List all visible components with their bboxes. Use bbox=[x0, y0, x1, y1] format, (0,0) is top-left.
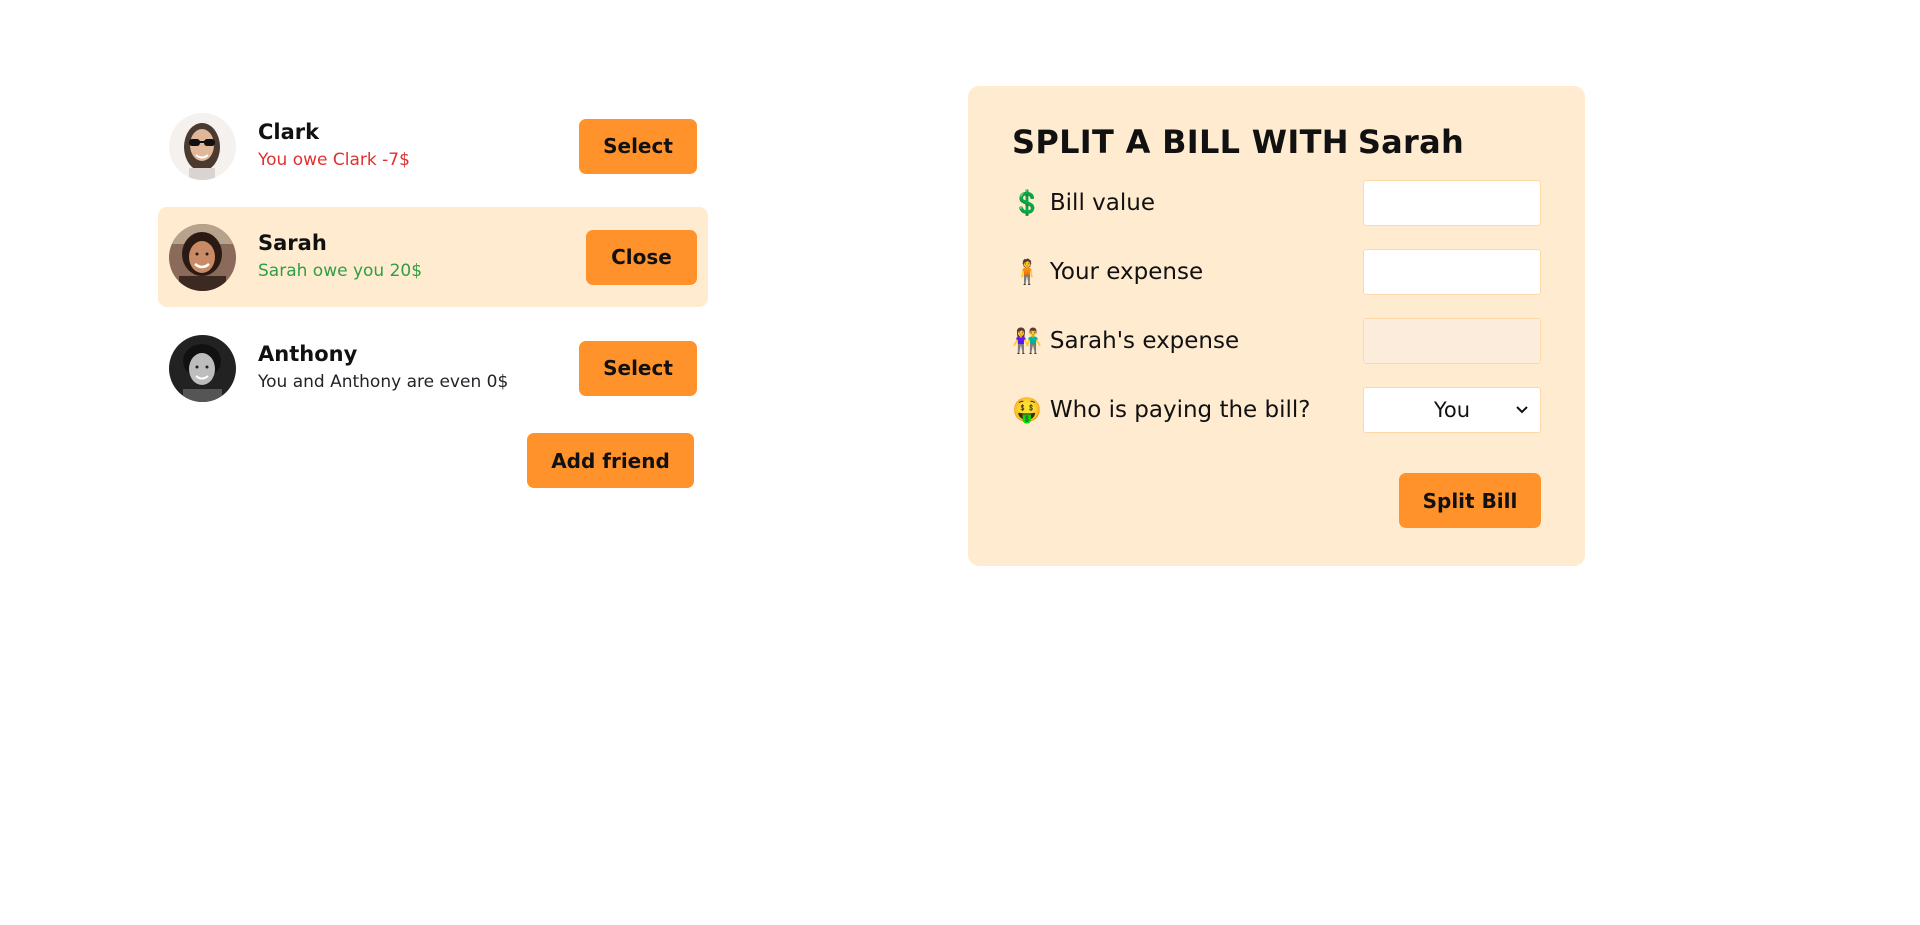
split-bill-form: SPLIT A BILL WITH Sarah 💲 Bill value 🧍 Yo… bbox=[968, 86, 1585, 566]
payer-select[interactable]: You bbox=[1363, 387, 1541, 433]
friends-sidebar: Clark You owe Clark -7$ Select Sarah Sar… bbox=[158, 96, 708, 488]
add-friend-button[interactable]: Add friend bbox=[527, 433, 694, 488]
form-title-prefix: SPLIT A BILL WITH bbox=[1012, 123, 1349, 161]
payer-row: 🤑 Who is paying the bill? You bbox=[1012, 387, 1541, 433]
friend-name: Sarah bbox=[258, 231, 327, 255]
friend-item-sarah: Sarah Sarah owe you 20$ Close bbox=[158, 207, 708, 307]
friend-expense-input bbox=[1363, 318, 1541, 364]
friend-item-anthony: Anthony You and Anthony are even 0$ Sele… bbox=[158, 318, 708, 418]
select-friend-button[interactable]: Select bbox=[579, 118, 697, 174]
friend-name: Clark bbox=[258, 120, 320, 144]
friend-balance-status: Sarah owe you 20$ bbox=[258, 261, 423, 281]
payer-label-text: Who is paying the bill? bbox=[1049, 397, 1311, 423]
avatar-clark bbox=[169, 112, 236, 180]
your-expense-label-text: Your expense bbox=[1049, 259, 1204, 285]
split-bill-button[interactable]: Split Bill bbox=[1399, 473, 1541, 528]
friend-info: Sarah Sarah owe you 20$ bbox=[258, 230, 586, 284]
form-actions: Split Bill bbox=[1012, 473, 1541, 528]
payer-select-value: You bbox=[1433, 398, 1471, 422]
form-title-friend-name: Sarah bbox=[1357, 123, 1465, 161]
friend-expense-label-text: Sarah's expense bbox=[1049, 328, 1240, 354]
form-rows: 💲 Bill value 🧍 Your expense 👫 Sarah's ex… bbox=[1012, 180, 1541, 433]
avatar-sarah bbox=[169, 223, 236, 291]
friend-item-clark: Clark You owe Clark -7$ Select bbox=[158, 96, 708, 196]
dollar-icon: 💲 bbox=[1012, 189, 1042, 217]
app-root: Clark You owe Clark -7$ Select Sarah Sar… bbox=[0, 0, 1920, 925]
friend-info: Anthony You and Anthony are even 0$ bbox=[258, 341, 579, 395]
couple-icon: 👫 bbox=[1012, 327, 1042, 355]
friend-name: Anthony bbox=[258, 342, 358, 366]
your-expense-row: 🧍 Your expense bbox=[1012, 249, 1541, 295]
friend-expense-row: 👫 Sarah's expense bbox=[1012, 318, 1541, 364]
add-friend-container: Add friend bbox=[158, 433, 708, 488]
friend-expense-label: 👫 Sarah's expense bbox=[1012, 327, 1239, 355]
avatar-anthony bbox=[169, 334, 236, 402]
person-standing-icon: 🧍 bbox=[1012, 258, 1042, 286]
close-friend-button[interactable]: Close bbox=[586, 229, 697, 285]
payer-label: 🤑 Who is paying the bill? bbox=[1012, 396, 1311, 424]
friend-balance-status: You owe Clark -7$ bbox=[258, 150, 410, 170]
bill-value-input[interactable] bbox=[1363, 180, 1541, 226]
money-face-icon: 🤑 bbox=[1012, 396, 1042, 424]
friend-balance-status: You and Anthony are even 0$ bbox=[258, 372, 509, 392]
bill-value-label: 💲 Bill value bbox=[1012, 189, 1155, 217]
your-expense-input[interactable] bbox=[1363, 249, 1541, 295]
friend-info: Clark You owe Clark -7$ bbox=[258, 119, 579, 173]
select-friend-button[interactable]: Select bbox=[579, 340, 697, 396]
chevron-down-icon bbox=[1516, 406, 1528, 414]
form-title: SPLIT A BILL WITH Sarah bbox=[1012, 122, 1541, 170]
bill-value-row: 💲 Bill value bbox=[1012, 180, 1541, 226]
your-expense-label: 🧍 Your expense bbox=[1012, 258, 1203, 286]
friend-list: Clark You owe Clark -7$ Select Sarah Sar… bbox=[158, 96, 708, 418]
bill-value-label-text: Bill value bbox=[1049, 190, 1155, 216]
